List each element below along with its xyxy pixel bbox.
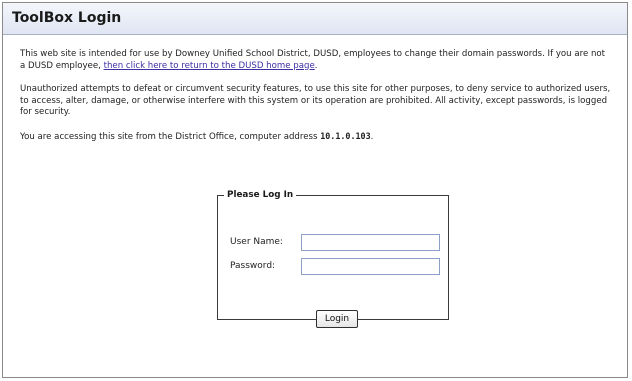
login-legend: Please Log In — [227, 190, 294, 200]
page-title: ToolBox Login — [3, 3, 627, 35]
username-label: User Name: — [230, 237, 283, 247]
password-label: Password: — [230, 261, 276, 271]
computer-address: 10.1.0.103 — [320, 130, 371, 141]
access-info-paragraph: You are accessing this site from the Dis… — [20, 131, 613, 144]
login-button[interactable]: Login — [316, 310, 358, 328]
dusd-home-link[interactable]: then click here to return to the DUSD ho… — [104, 61, 315, 71]
access-info-text: You are accessing this site from the Dis… — [20, 131, 321, 142]
password-input[interactable] — [301, 258, 440, 275]
access-info-period: . — [370, 131, 374, 142]
content-area: This web site is intended for use by Dow… — [3, 35, 627, 143]
intro-period: . — [314, 60, 318, 71]
login-form: Please Log In User Name: Password: Login — [217, 190, 449, 328]
login-panel: ToolBox Login This web site is intended … — [2, 2, 628, 378]
username-input[interactable] — [301, 234, 440, 251]
intro-paragraph: This web site is intended for use by Dow… — [20, 49, 613, 72]
security-warning-paragraph: Unauthorized attempts to defeat or circu… — [20, 84, 611, 117]
